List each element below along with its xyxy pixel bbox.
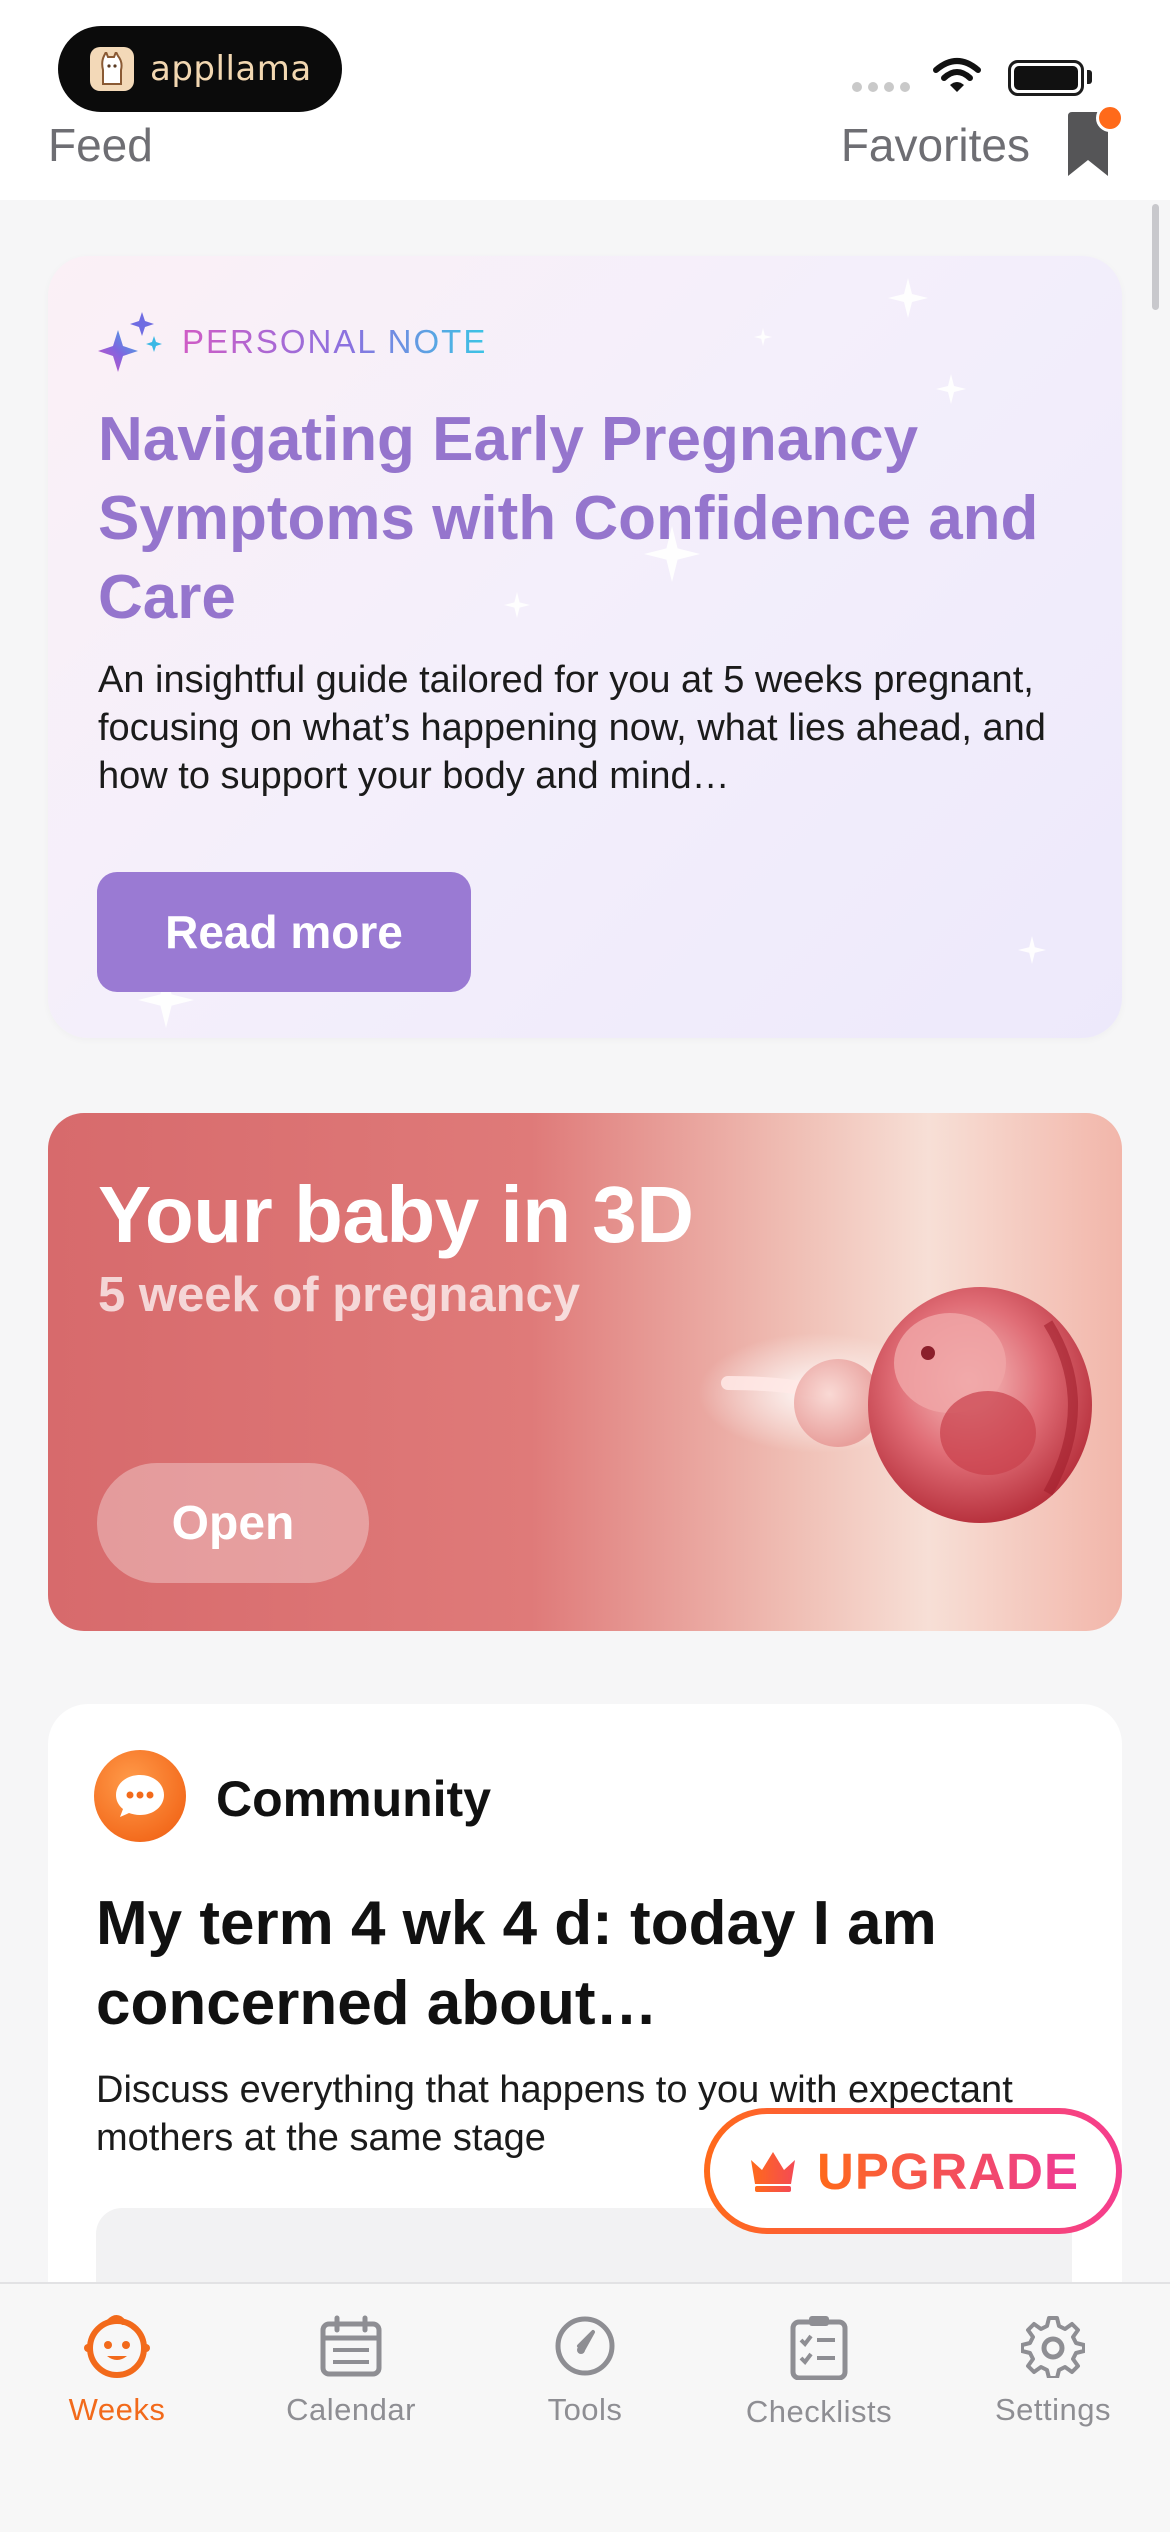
sparkles-icon (98, 312, 162, 372)
baby-3d-title: Your baby in 3D (98, 1170, 694, 1259)
upgrade-label: UPGRADE (816, 2142, 1080, 2200)
community-label: Community (216, 1771, 491, 1827)
open-button[interactable]: Open (97, 1463, 369, 1583)
chat-bubble-icon (94, 1750, 186, 1842)
tab-settings-label: Settings (994, 2392, 1111, 2427)
notification-dot (1096, 104, 1124, 132)
crown-icon (750, 2152, 795, 2192)
personal-note-tag: PERSONAL NOTE (98, 312, 487, 372)
header: appllama Feed Favorites (0, 0, 1170, 200)
upgrade-button[interactable]: UPGRADE (704, 2108, 1122, 2234)
embryo-illustration (698, 1287, 1092, 1523)
tab-tools-label: Tools (547, 2392, 623, 2427)
tab-calendar-label: Calendar (286, 2392, 416, 2427)
read-more-button[interactable]: Read more (97, 872, 471, 992)
baby-face-icon (84, 2315, 150, 2378)
tab-calendar[interactable]: Calendar (234, 2304, 468, 2474)
tab-tools[interactable]: Tools (468, 2304, 702, 2474)
sparkle-decor-icon (888, 278, 928, 318)
app-pill-name: appllama (150, 49, 312, 89)
scroll-indicator[interactable] (1152, 204, 1159, 310)
gauge-icon (555, 2316, 615, 2376)
checklist-icon (790, 2316, 848, 2380)
tab-bar: Weeks Calendar Tools Checklists Settings (0, 2282, 1170, 2532)
tab-checklists[interactable]: Checklists (702, 2304, 936, 2474)
app-switcher-pill[interactable]: appllama (58, 26, 342, 112)
feed-link[interactable]: Feed (48, 118, 153, 172)
battery-tip (1087, 70, 1092, 84)
favorites-link[interactable]: Favorites (841, 118, 1030, 172)
sparkle-decor-icon (1018, 936, 1046, 964)
personal-note-card[interactable]: PERSONAL NOTE Navigating Early Pregnancy… (48, 256, 1122, 1038)
personal-note-label: PERSONAL NOTE (182, 323, 488, 360)
personal-note-title: Navigating Early Pregnancy Symptoms with… (98, 405, 1039, 632)
personal-note-description: An insightful guide tailored for you at … (98, 659, 1046, 797)
app-screen: appllama Feed Favorites PERSONAL NOTE Na… (0, 0, 1170, 2532)
calendar-icon (320, 2315, 382, 2377)
tab-settings[interactable]: Settings (936, 2304, 1170, 2474)
tab-checklists-label: Checklists (745, 2394, 893, 2429)
llama-logo-icon (90, 47, 134, 91)
gear-icon (1021, 2316, 1085, 2378)
tab-weeks[interactable]: Weeks (0, 2304, 234, 2474)
wifi-icon (933, 58, 981, 92)
tab-weeks-label: Weeks (68, 2392, 166, 2427)
cellular-signal-icon (852, 82, 910, 92)
baby-3d-subtitle: 5 week of pregnancy (98, 1268, 581, 1322)
battery-icon (1008, 60, 1084, 96)
sparkle-decor-icon (754, 328, 772, 346)
community-post-title[interactable]: My term 4 wk 4 d: today I am concerned a… (96, 1884, 1056, 2044)
baby-3d-card[interactable]: Your baby in 3D 5 week of pregnancy Open (48, 1113, 1122, 1631)
